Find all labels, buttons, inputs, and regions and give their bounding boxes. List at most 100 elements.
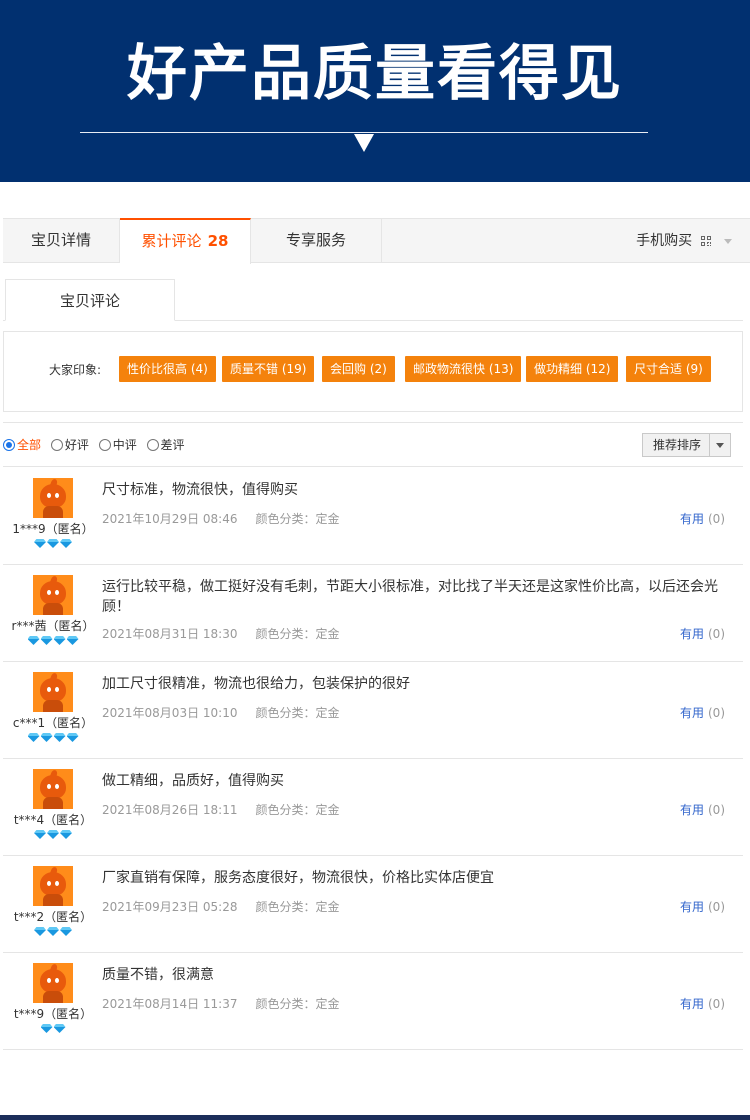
diamond-icon	[54, 733, 66, 742]
banner-divider	[80, 132, 648, 133]
mobile-buy-button[interactable]: 手机购买	[636, 219, 732, 263]
avatar	[33, 963, 73, 1003]
reviewer-name: 1***9（匿名）	[12, 522, 94, 536]
buyer-level	[3, 1023, 103, 1033]
buyer-level	[3, 829, 103, 839]
review-sku: 颜色分类：定金	[255, 512, 340, 526]
impression-tag[interactable]: 做功精细 (12)	[526, 356, 619, 382]
review-text: 质量不错，很满意	[102, 967, 214, 983]
radio-label: 差评	[160, 438, 185, 452]
review-item: c***1（匿名） 加工尺寸很精准，物流也很给力，包装保护的很好 2021年08…	[3, 662, 743, 759]
impression-tag[interactable]: 质量不错 (19)	[222, 356, 315, 382]
diamond-icon	[60, 927, 72, 936]
filter-good-radio[interactable]: 好评	[50, 436, 89, 453]
review-text: 运行比较平稳，做工挺好没有毛刺，节距大小很标准，对比找了半天还是这家性价比高，以…	[102, 579, 718, 615]
useful-count: (0)	[708, 627, 725, 641]
review-text: 做工精细，品质好，值得购买	[102, 773, 284, 789]
review-meta: 2021年09月23日 05:28 颜色分类：定金	[102, 898, 340, 915]
review-sku: 颜色分类：定金	[255, 900, 340, 914]
diamond-icon	[47, 927, 59, 936]
banner-title: 好产品质量看得见	[127, 39, 623, 109]
avatar	[33, 866, 73, 906]
impression-tag[interactable]: 尺寸合适 (9)	[626, 356, 711, 382]
review-meta: 2021年08月14日 11:37 颜色分类：定金	[102, 995, 340, 1012]
chevron-down-icon[interactable]	[709, 434, 730, 456]
review-sku: 颜色分类：定金	[255, 803, 340, 817]
buyer-level	[3, 635, 103, 645]
radio-label: 全部	[17, 438, 42, 452]
useful-label: 有用	[679, 706, 704, 720]
useful-label: 有用	[679, 627, 704, 641]
useful-button[interactable]: 有用 (0)	[680, 898, 725, 915]
footer-bar	[0, 1115, 750, 1120]
filter-bad-radio[interactable]: 差评	[146, 436, 185, 453]
tab-label: 专享服务	[285, 231, 346, 249]
buyer-level	[3, 538, 103, 548]
useful-button[interactable]: 有用 (0)	[680, 510, 725, 527]
filter-medium-radio[interactable]: 中评	[98, 436, 137, 453]
impression-tag[interactable]: 性价比很高 (4)	[119, 356, 216, 382]
useful-button[interactable]: 有用 (0)	[680, 704, 725, 721]
radio-icon	[146, 439, 159, 451]
tab-services[interactable]: 专享服务	[251, 218, 382, 263]
impression-box: 大家印象: 性价比很高 (4) 质量不错 (19) 会回购 (2) 邮政物流很快…	[3, 331, 743, 412]
useful-label: 有用	[679, 803, 704, 817]
tab-item-reviews[interactable]: 宝贝评论	[5, 279, 175, 321]
tab-reviews[interactable]: 累计评论 28	[120, 218, 251, 264]
chevron-down-icon	[724, 238, 732, 244]
review-sku: 颜色分类：定金	[255, 627, 340, 641]
review-date: 2021年10月29日 08:46	[102, 512, 238, 526]
radio-icon	[98, 439, 111, 451]
review-filter-bar: 全部 好评 中评 差评 推荐排序	[3, 422, 743, 467]
review-meta: 2021年08月31日 18:30 颜色分类：定金	[102, 625, 340, 642]
diamond-icon	[54, 636, 66, 645]
impression-label: 大家印象:	[49, 363, 102, 377]
review-date: 2021年08月03日 10:10	[102, 706, 238, 720]
reviewer-name: t***9（匿名）	[13, 1007, 93, 1021]
diamond-icon	[28, 636, 40, 645]
useful-button[interactable]: 有用 (0)	[680, 801, 725, 818]
review-count: 28	[207, 232, 229, 250]
mobile-buy-label: 手机购买	[636, 233, 693, 249]
tab-item-details[interactable]: 宝贝详情	[3, 218, 120, 263]
useful-button[interactable]: 有用 (0)	[680, 995, 725, 1012]
diamond-icon	[28, 733, 40, 742]
hero-banner: 好产品质量看得见	[0, 0, 750, 182]
useful-label: 有用	[679, 900, 704, 914]
down-arrow-icon	[354, 134, 374, 152]
radio-icon	[50, 439, 63, 451]
tab-label: 宝贝详情	[30, 231, 91, 249]
rating-filter: 全部 好评 中评 差评	[3, 436, 191, 453]
useful-label: 有用	[679, 997, 704, 1011]
diamond-icon	[60, 830, 72, 839]
avatar	[33, 769, 73, 809]
impression-tag[interactable]: 会回购 (2)	[322, 356, 395, 382]
diamond-icon	[47, 539, 59, 548]
useful-count: (0)	[708, 803, 725, 817]
reviewer-name: t***2（匿名）	[13, 910, 93, 924]
sort-select[interactable]: 推荐排序	[642, 433, 731, 457]
avatar	[33, 478, 73, 518]
reviewer-name: r***茜（匿名）	[11, 619, 95, 633]
qr-code-icon	[700, 235, 712, 247]
diamond-icon	[41, 733, 53, 742]
review-item: t***4（匿名） 做工精细，品质好，值得购买 2021年08月26日 18:1…	[3, 759, 743, 856]
diamond-icon	[34, 539, 46, 548]
useful-label: 有用	[679, 512, 704, 526]
useful-count: (0)	[708, 706, 725, 720]
filter-all-radio[interactable]: 全部	[3, 436, 41, 453]
review-date: 2021年08月26日 18:11	[102, 803, 238, 817]
diamond-icon	[47, 830, 59, 839]
review-item: 1***9（匿名） 尺寸标准，物流很快，值得购买 2021年10月29日 08:…	[3, 468, 743, 565]
sort-label: 推荐排序	[653, 438, 702, 452]
useful-button[interactable]: 有用 (0)	[680, 625, 725, 642]
avatar	[33, 575, 73, 615]
impression-tag[interactable]: 邮政物流很快 (13)	[405, 356, 522, 382]
review-subtabs: 宝贝评论	[3, 279, 743, 321]
buyer-level	[3, 926, 103, 936]
review-date: 2021年08月31日 18:30	[102, 627, 238, 641]
avatar	[33, 672, 73, 712]
review-sku: 颜色分类：定金	[255, 997, 340, 1011]
review-meta: 2021年10月29日 08:46 颜色分类：定金	[102, 510, 340, 527]
buyer-level	[3, 732, 103, 742]
